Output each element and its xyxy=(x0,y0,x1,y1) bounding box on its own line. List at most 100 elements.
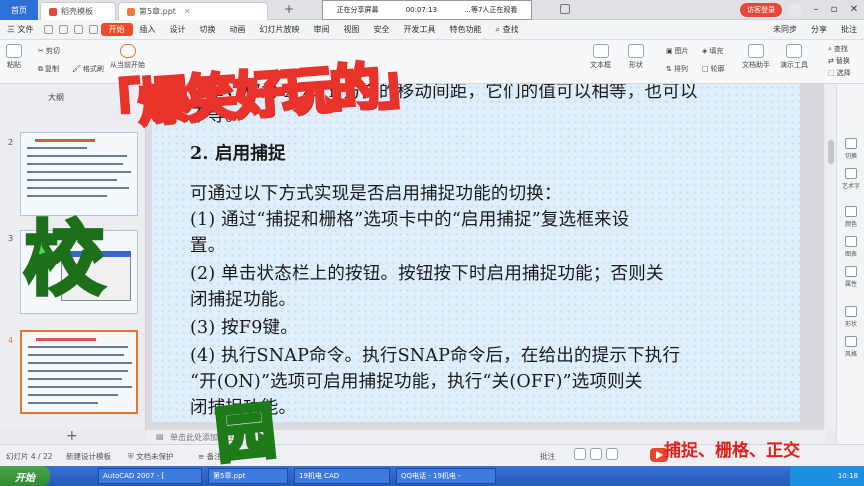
slide-number-2: 2 xyxy=(8,138,14,147)
share-button[interactable]: 分享 xyxy=(804,24,834,35)
thumb-line xyxy=(27,147,87,149)
comment-button[interactable]: 批注 xyxy=(834,24,864,35)
chart-icon xyxy=(845,236,857,247)
save-icon[interactable] xyxy=(43,25,53,34)
design-template[interactable]: 新建设计模板 xyxy=(66,451,111,462)
thumb-title xyxy=(35,139,95,142)
presenter-tools-button[interactable]: 演示工具 xyxy=(780,44,808,70)
reading-view-icon[interactable] xyxy=(606,448,618,460)
view-buttons xyxy=(574,448,644,462)
sidebar-color[interactable]: 颜色 xyxy=(837,206,864,228)
shape-icon xyxy=(845,306,857,317)
tab-developer[interactable]: 开发工具 xyxy=(397,24,443,35)
scrollbar-thumb[interactable] xyxy=(828,140,834,164)
tab-review[interactable]: 审阅 xyxy=(307,24,337,35)
slide-sorter-icon[interactable] xyxy=(590,448,602,460)
avatar[interactable] xyxy=(788,3,802,17)
picture-button[interactable]: ▣ 图片 xyxy=(666,46,689,56)
start-button[interactable]: 开始 xyxy=(0,466,50,486)
add-slide-icon[interactable]: + xyxy=(66,428,78,444)
paste-button[interactable]: 粘贴 xyxy=(6,44,22,70)
overlay-xiao-character: 校 xyxy=(22,211,106,308)
comments-toggle[interactable]: 批注 xyxy=(540,451,555,462)
outline-tab[interactable]: 大纲 xyxy=(48,92,64,103)
tab-home[interactable]: 首页 xyxy=(0,0,38,20)
file-menu[interactable]: 三 文件 xyxy=(0,24,41,35)
select-button[interactable]: ⬚ 选择 xyxy=(828,68,851,78)
presenter-tools-icon xyxy=(786,44,802,58)
copy-label: 复制 xyxy=(45,65,59,73)
thumb-line xyxy=(28,378,122,380)
outline-icon: □ xyxy=(702,65,709,73)
close-tab-icon[interactable]: ✕ xyxy=(184,7,191,16)
close-window-icon[interactable]: ✕ xyxy=(846,2,862,18)
new-tab-icon[interactable]: + xyxy=(284,2,294,16)
textbox-button[interactable]: 文本框 xyxy=(590,44,611,70)
redo-icon[interactable] xyxy=(88,25,98,34)
thumb-line xyxy=(28,354,124,356)
doc-helper-label: 文档助手 xyxy=(742,61,770,69)
sidebar-chart[interactable]: 图表 xyxy=(837,236,864,258)
shape-button[interactable]: 形状 xyxy=(628,44,644,70)
cut-button[interactable]: ✂ 剪切 xyxy=(38,46,60,56)
tab-home-label: 首页 xyxy=(11,5,27,15)
doc-helper-button[interactable]: 文档助手 xyxy=(742,44,770,70)
taskbar-item-cad-group[interactable]: 19机电 CAD xyxy=(294,468,390,484)
shape-icon xyxy=(628,44,644,58)
tab-slideshow[interactable]: 幻灯片放映 xyxy=(253,24,307,35)
textbox-label: 文本框 xyxy=(590,61,611,69)
paste-icon xyxy=(6,44,22,58)
undo-icon[interactable] xyxy=(73,25,83,34)
taskbar-item-qq-call[interactable]: QQ电话 - 19机电 - xyxy=(396,468,496,484)
sync-status[interactable]: 未同步 xyxy=(766,24,804,35)
tab-daoke-templates[interactable]: 稻壳模板 xyxy=(40,2,116,20)
screen-share-bar: 正在分享屏幕 00:07:13 ...等7人正在观看 xyxy=(322,0,532,20)
copy-button[interactable]: ⧉ 复制 xyxy=(38,64,59,74)
minimize-icon[interactable]: – xyxy=(808,2,824,18)
sidebar-properties[interactable]: 属性 xyxy=(837,266,864,288)
sidebar-wordart[interactable]: 艺术字 xyxy=(837,168,864,190)
sidebar-style[interactable]: 风格 xyxy=(837,336,864,358)
tab-design[interactable]: 设计 xyxy=(163,24,193,35)
slide-thumbnail-4-selected[interactable] xyxy=(20,330,138,414)
arrange-button[interactable]: ⇅ 排列 xyxy=(666,64,688,74)
thumb-line xyxy=(27,187,129,189)
thumb-line xyxy=(28,394,118,396)
slide-content[interactable]: 移量，称为 X 和 Y 方向的移动间距，它们的值可以相等，也可以 不等。 2. … xyxy=(152,84,800,422)
search-label: 查找 xyxy=(502,25,519,34)
wordart-icon xyxy=(845,168,857,179)
system-tray: 10:18 xyxy=(790,466,864,486)
browser-tab-bar: 首页 稻壳模板 第5章.ppt ✕ + 正在分享屏幕 00:07:13 ...等… xyxy=(0,0,864,20)
fill-label: 填充 xyxy=(709,47,724,55)
tab-transition[interactable]: 切换 xyxy=(193,24,223,35)
maximize-icon[interactable]: ▫ xyxy=(826,2,842,18)
doc-protect-status[interactable]: ⛨ 文档未保护 xyxy=(128,451,174,462)
sidebar-wordart-label: 艺术字 xyxy=(841,183,860,190)
print-icon[interactable] xyxy=(58,25,68,34)
search-box[interactable]: ⌕ 查找 xyxy=(489,24,526,35)
tab-insert[interactable]: 插入 xyxy=(133,24,163,35)
tab-special[interactable]: 特色功能 xyxy=(443,24,489,35)
tab-security[interactable]: 安全 xyxy=(367,24,397,35)
slide-text-line: (3) 按F9键。 xyxy=(190,318,298,338)
vertical-scrollbar[interactable] xyxy=(826,84,836,430)
tab-ppt-document[interactable]: 第5章.ppt ✕ xyxy=(118,2,268,20)
color-icon xyxy=(845,206,857,217)
sidebar-transition[interactable]: 切换 xyxy=(837,138,864,160)
sidebar-properties-label: 属性 xyxy=(844,281,857,288)
slide-section-heading: 2. 启用捕捉 xyxy=(190,144,286,164)
tab-animation[interactable]: 动画 xyxy=(223,24,253,35)
sidebar-shape[interactable]: 形状 xyxy=(837,306,864,328)
replace-button[interactable]: ⇄ 替换 xyxy=(828,56,850,66)
normal-view-icon[interactable] xyxy=(574,448,586,460)
tab-view[interactable]: 视图 xyxy=(337,24,367,35)
visitor-login-button[interactable]: 访客登录 xyxy=(740,3,782,17)
slide-number-3: 3 xyxy=(8,234,14,243)
fill-button[interactable]: ◈ 填充 xyxy=(702,46,723,56)
find-button[interactable]: ⌕ 查找 xyxy=(828,44,848,54)
window-layout-icon[interactable] xyxy=(560,4,570,14)
tab-start[interactable]: 开始 xyxy=(100,23,133,36)
slide-text-line: 可通过以下方式实现是否启用捕捉功能的切换： xyxy=(190,184,562,204)
taskbar-item-autocad[interactable]: AutoCAD 2007 - [ xyxy=(98,468,202,484)
outline-button[interactable]: □ 轮廓 xyxy=(702,64,725,74)
